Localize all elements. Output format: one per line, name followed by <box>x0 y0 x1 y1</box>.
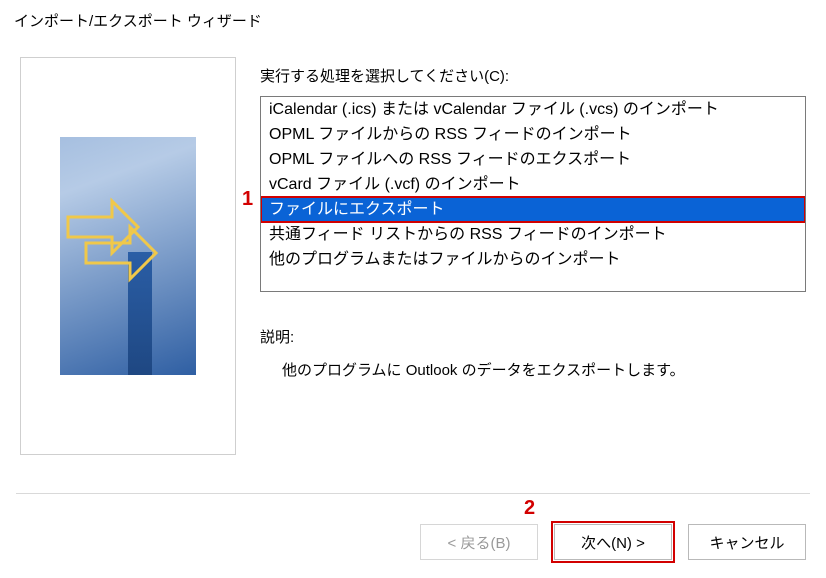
next-button[interactable]: 次へ(N) > <box>554 524 672 560</box>
wizard-illustration <box>60 137 196 375</box>
list-item[interactable]: ファイルにエクスポート <box>261 197 805 222</box>
description-label: 説明: <box>260 326 806 347</box>
instruction-label: 実行する処理を選択してください(C): <box>260 65 806 86</box>
button-row: < 戻る(B) 次へ(N) > キャンセル <box>420 524 806 560</box>
annotation-1: 1 <box>242 188 253 211</box>
window-title: インポート/エクスポート ウィザード <box>0 0 826 37</box>
wizard-graphic-panel <box>20 57 236 455</box>
cancel-button[interactable]: キャンセル <box>688 524 806 560</box>
wizard-window: インポート/エクスポート ウィザード 実行する処理を選択してください(C): i… <box>0 0 826 578</box>
action-listbox[interactable]: iCalendar (.ics) または vCalendar ファイル (.vc… <box>260 96 806 292</box>
list-item[interactable]: 共通フィード リストからの RSS フィードのインポート <box>261 222 805 247</box>
arrow-icon <box>60 197 196 357</box>
list-item[interactable]: iCalendar (.ics) または vCalendar ファイル (.vc… <box>261 97 805 122</box>
back-button: < 戻る(B) <box>420 524 538 560</box>
list-item[interactable]: 他のプログラムまたはファイルからのインポート <box>261 247 805 272</box>
list-item[interactable]: OPML ファイルへの RSS フィードのエクスポート <box>261 147 805 172</box>
separator <box>16 493 810 494</box>
list-item[interactable]: vCard ファイル (.vcf) のインポート <box>261 172 805 197</box>
list-item[interactable]: OPML ファイルからの RSS フィードのインポート <box>261 122 805 147</box>
annotation-2: 2 <box>524 497 535 520</box>
content-area: 実行する処理を選択してください(C): iCalendar (.ics) または… <box>0 37 826 455</box>
description-text: 他のプログラムに Outlook のデータをエクスポートします。 <box>260 359 806 380</box>
main-panel: 実行する処理を選択してください(C): iCalendar (.ics) または… <box>260 57 806 455</box>
